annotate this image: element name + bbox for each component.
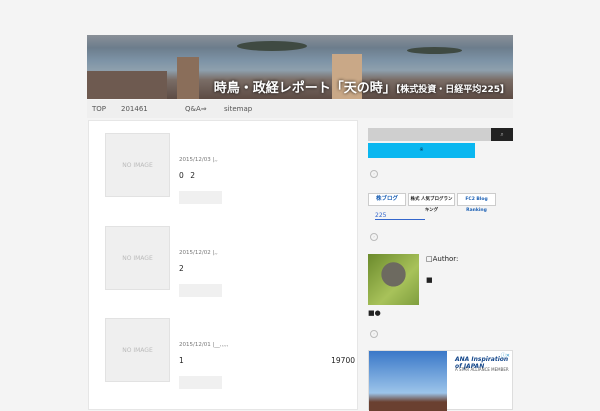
post-excerpt: 2	[179, 264, 184, 273]
author-marks: ■●	[368, 309, 381, 317]
nav-top[interactable]: TOP	[92, 105, 106, 113]
site-subtitle: 【株式投資・日経平均225】	[395, 85, 509, 95]
ad-banner[interactable]: ANA Inspiration of JAPAN A STAR ALLIANCE…	[368, 350, 513, 411]
post-item[interactable]: NO IMAGE 2015/12/01 |__,,,,, 1 19700	[105, 318, 355, 389]
post-excerpt-right: 2	[190, 171, 195, 180]
site-title-text: 時鳥・政経レポート「天の時」	[213, 81, 396, 96]
building-decor	[177, 57, 199, 99]
post-date: 2015/12/01 |__,,,,,	[179, 342, 229, 348]
blue-button[interactable]: ※	[368, 143, 475, 158]
nav-sitemap[interactable]: sitemap	[224, 105, 252, 113]
post-item[interactable]: NO IMAGE 2015/12/02 |,, 2	[105, 226, 355, 297]
post-thumbnail[interactable]: NO IMAGE	[105, 318, 170, 382]
post-item[interactable]: NO IMAGE 2015/12/03 |,, 0 2	[105, 133, 355, 204]
main-nav: TOP 201461 Q&A⇒ sitemap	[87, 100, 513, 118]
airplane-image	[369, 351, 447, 411]
read-more-button[interactable]	[179, 376, 222, 389]
link-225[interactable]: 225	[375, 212, 425, 220]
banner-blog-ranking[interactable]: 株式 人気ブログランキング	[408, 193, 455, 213]
post-date: 2015/12/02 |,,	[179, 250, 218, 256]
building-decor	[87, 71, 167, 99]
banner-fc2-ranking[interactable]: FC2 Blog Ranking	[457, 193, 496, 213]
top-bar	[0, 0, 600, 35]
post-thumbnail[interactable]: NO IMAGE	[105, 133, 170, 197]
author-mark: ■	[426, 276, 433, 284]
post-excerpt-right: 19700	[331, 356, 355, 365]
post-date: 2015/12/03 |,,	[179, 157, 218, 163]
post-excerpt: 1	[179, 356, 184, 365]
banner-kabu-blog[interactable]: 株ブログ	[368, 193, 406, 206]
post-list: NO IMAGE 2015/12/03 |,, 0 2 NO IMAGE 201…	[88, 120, 358, 410]
island-decor	[237, 41, 307, 51]
author-bird-image	[368, 254, 419, 305]
read-more-button[interactable]	[179, 284, 222, 297]
search-input[interactable]	[368, 128, 491, 141]
site-title[interactable]: 時鳥・政経レポート「天の時」【株式投資・日経平均225】	[214, 77, 509, 96]
site-header-banner[interactable]: 時鳥・政経レポート「天の時」【株式投資・日経平均225】	[87, 35, 513, 99]
read-more-button[interactable]	[179, 191, 222, 204]
island-decor	[407, 47, 462, 54]
circle-arrow-icon: ›	[370, 330, 378, 338]
ad-close-icon[interactable]: ⓘ✕	[501, 352, 510, 359]
circle-arrow-icon: ›	[370, 170, 378, 178]
nav-qa[interactable]: Q&A⇒	[185, 105, 207, 113]
post-thumbnail[interactable]: NO IMAGE	[105, 226, 170, 290]
search-button[interactable]: ⌕	[491, 128, 513, 141]
post-excerpt: 0	[179, 171, 184, 180]
author-label: □Author:	[426, 255, 459, 263]
circle-arrow-icon: ›	[370, 233, 378, 241]
ad-tagline: A STAR ALLIANCE MEMBER	[455, 367, 509, 372]
nav-201461[interactable]: 201461	[121, 105, 148, 113]
